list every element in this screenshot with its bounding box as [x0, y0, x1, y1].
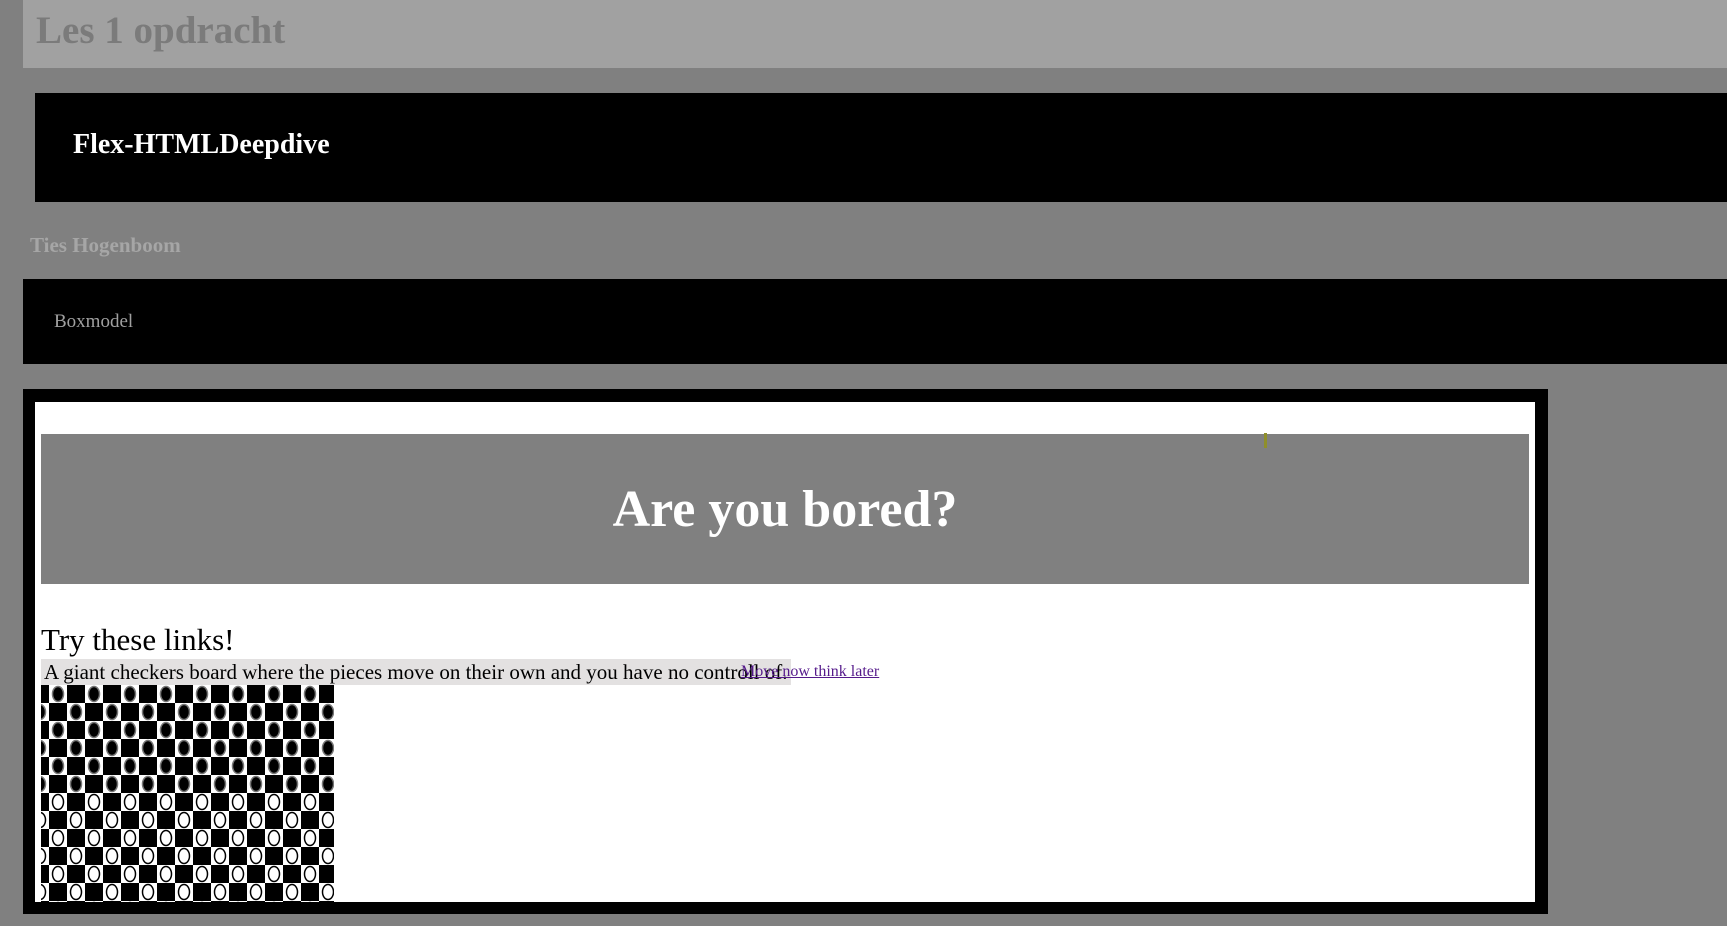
- nav-bar: Boxmodel: [23, 279, 1727, 364]
- embedded-frame: Are you bored? Try these links! A giant …: [23, 389, 1548, 914]
- banner-title: Are you bored?: [612, 481, 958, 538]
- project-bar: Flex-HTMLDeepdive: [35, 93, 1727, 202]
- checkers-board-image: [41, 685, 334, 902]
- text-cursor-icon: [1264, 433, 1267, 448]
- author-name: Ties Hogenboom: [30, 233, 181, 257]
- project-title: Flex-HTMLDeepdive: [73, 129, 330, 160]
- link-description: A giant checkers board where the pieces …: [41, 659, 791, 685]
- nav-item-boxmodel[interactable]: Boxmodel: [54, 311, 133, 333]
- page-title: Les 1 opdracht: [36, 9, 286, 52]
- embedded-page[interactable]: Are you bored? Try these links! A giant …: [35, 402, 1535, 902]
- page-header: Les 1 opdracht: [23, 0, 1727, 68]
- move-now-link[interactable]: Move now think later: [741, 663, 879, 681]
- banner: Are you bored?: [41, 434, 1529, 584]
- links-heading: Try these links!: [41, 622, 235, 657]
